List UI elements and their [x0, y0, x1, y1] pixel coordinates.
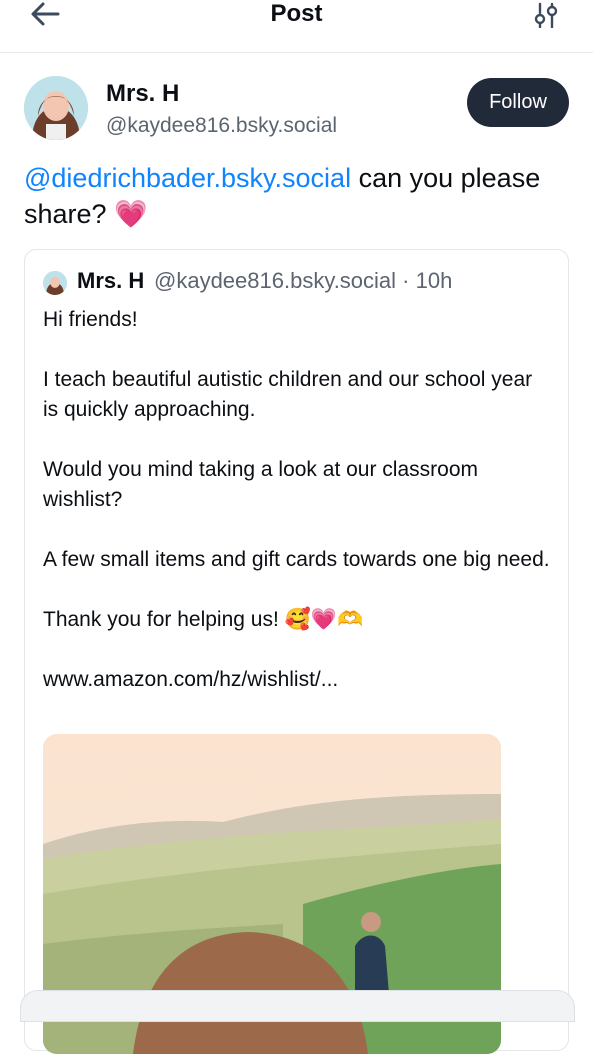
mention-link[interactable]: @diedrichbader.bsky.social	[24, 163, 351, 193]
avatar[interactable]	[24, 76, 88, 140]
quote-paragraph: Thank you for helping us! 🥰💗🫶	[43, 608, 364, 631]
post-text: @diedrichbader.bsky.social can you pleas…	[24, 160, 569, 233]
author-handle[interactable]: @kaydee816.bsky.social	[106, 114, 337, 138]
wishlist-link[interactable]: www.amazon.com/hz/wishlist/...	[43, 665, 553, 695]
filter-button[interactable]	[533, 2, 559, 29]
bottom-sheet-handle	[20, 990, 575, 1022]
page-title: Post	[270, 0, 323, 27]
quote-author-name: Mrs. H	[77, 268, 145, 293]
quoted-post[interactable]: Mrs. H @kaydee816.bsky.social · 10h Hi f…	[24, 249, 569, 1054]
heart-emoji: 💗	[114, 199, 148, 230]
quote-paragraph: I teach beautiful autistic children and …	[43, 368, 533, 421]
top-bar: Post	[0, 0, 593, 53]
quote-header: Mrs. H @kaydee816.bsky.social · 10h	[43, 268, 563, 296]
sliders-icon	[534, 2, 558, 29]
quote-body: Hi friends! I teach beautiful autistic c…	[43, 305, 553, 725]
quote-avatar	[43, 271, 67, 295]
post-author: Mrs. H @kaydee816.bsky.social Follow	[24, 76, 569, 140]
quote-handle-time: @kaydee816.bsky.social · 10h	[154, 268, 453, 293]
quote-paragraph: A few small items and gift cards towards…	[43, 548, 550, 571]
quote-paragraph: Would you mind taking a look at our clas…	[43, 458, 478, 511]
follow-button[interactable]: Follow	[467, 78, 569, 127]
author-name[interactable]: Mrs. H	[106, 80, 179, 108]
quote-paragraph: Hi friends!	[43, 308, 138, 331]
